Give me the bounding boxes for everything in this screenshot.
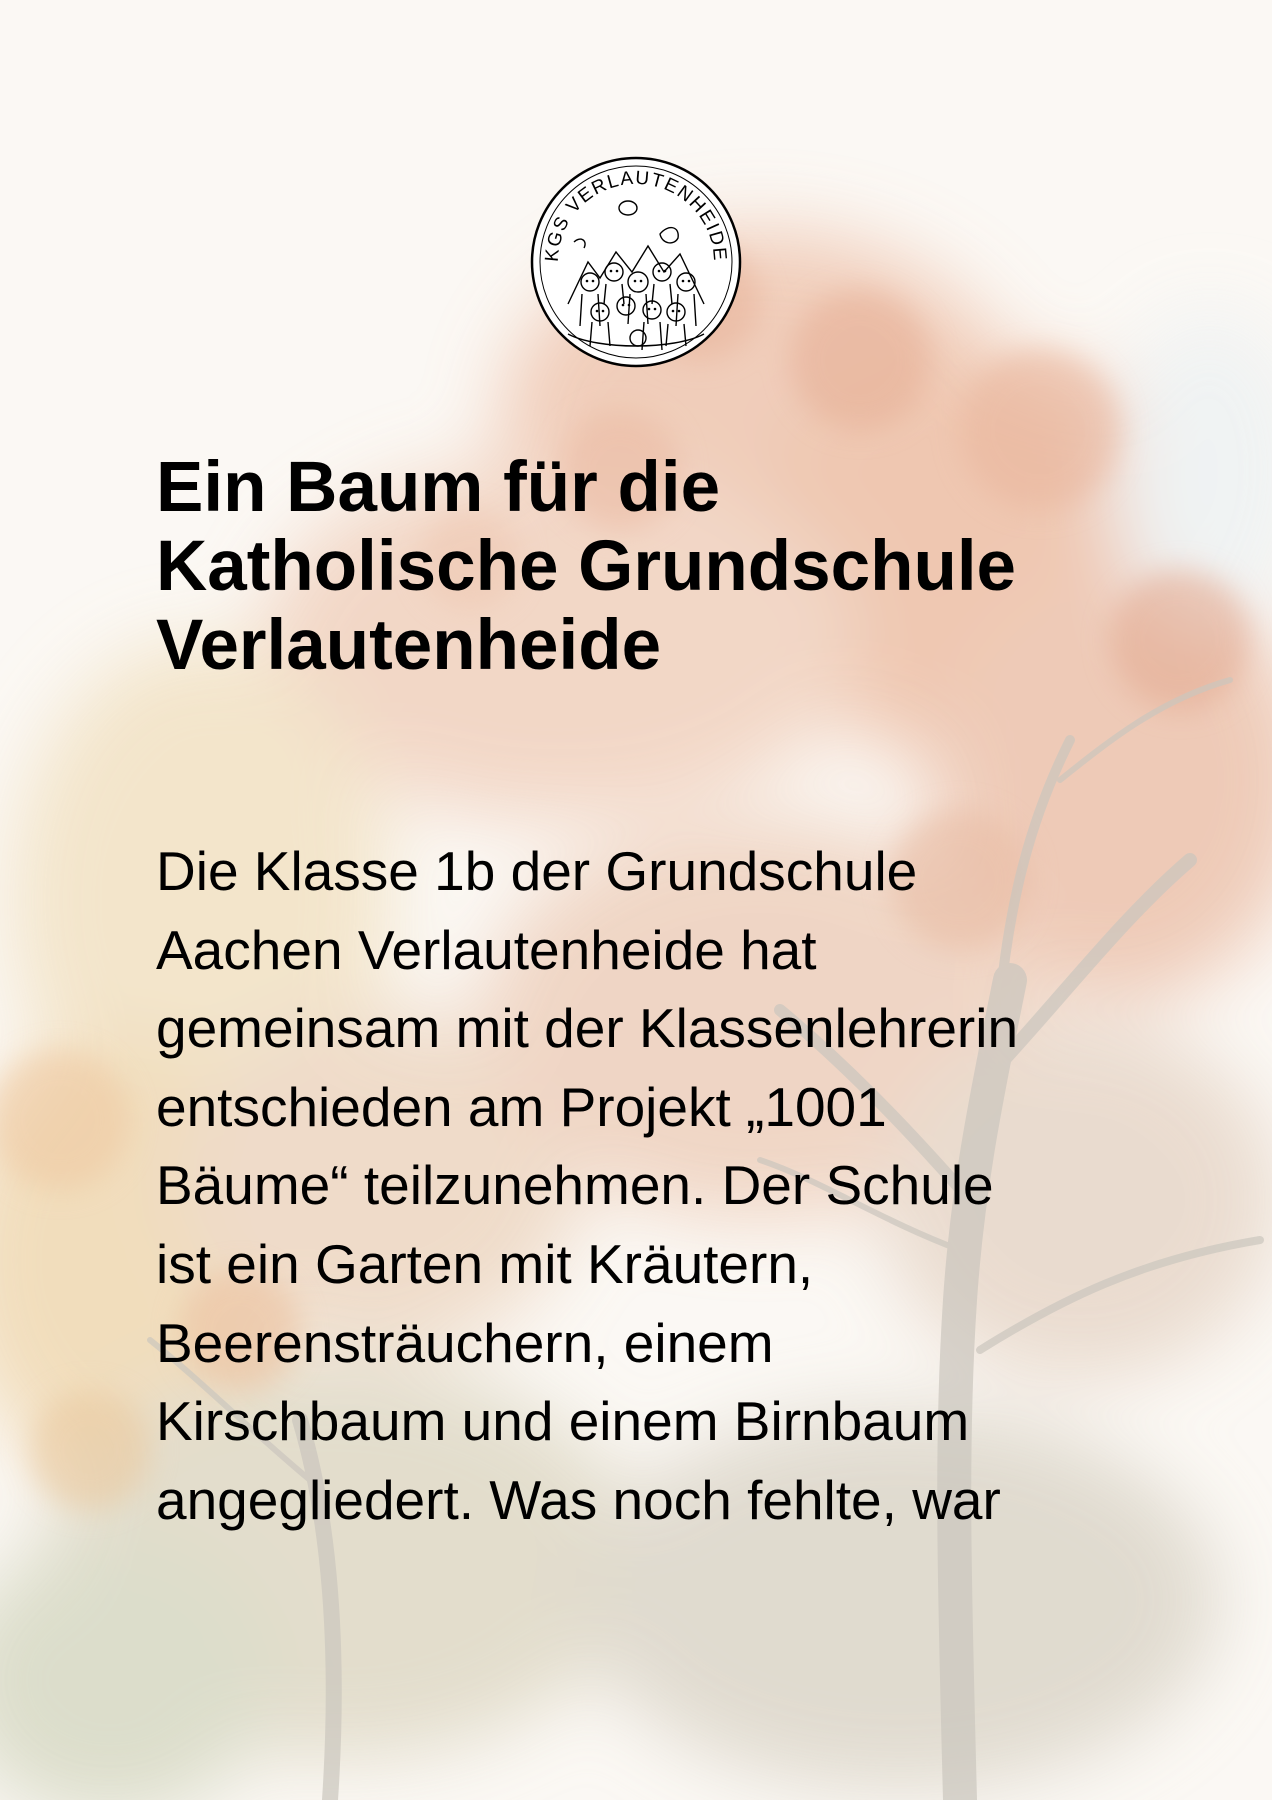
body-line: entschieden am Projekt „1001 — [156, 1075, 887, 1138]
body-text: Die Klasse 1b der Grundschule Aachen Ver… — [156, 832, 1216, 1539]
body-line: Aachen Verlautenheide hat — [156, 918, 817, 981]
body-line: Bäume“ teilzunehmen. Der Schule — [156, 1154, 994, 1217]
body-line: angegliedert. Was noch fehlte, war — [156, 1468, 1001, 1531]
document-title: Ein Baum für die Katholische Grundschule… — [156, 448, 1216, 685]
body-line: gemeinsam mit der Klassenlehrerin — [156, 997, 1019, 1060]
title-line: Ein Baum für die — [156, 448, 721, 527]
title-line: Katholische Grundschule — [156, 527, 1017, 606]
title-line: Verlautenheide — [156, 606, 662, 685]
body-line: ist ein Garten mit Kräutern, — [156, 1232, 814, 1295]
document-page: KGS VERLAUTENHEIDE Ein Baum für die Kath… — [0, 0, 1272, 1800]
body-line: Kirschbaum und einem Birnbaum — [156, 1390, 970, 1453]
school-logo: KGS VERLAUTENHEIDE — [530, 156, 742, 368]
body-line: Beerensträuchern, einem — [156, 1311, 774, 1374]
body-line: Die Klasse 1b der Grundschule — [156, 840, 918, 902]
